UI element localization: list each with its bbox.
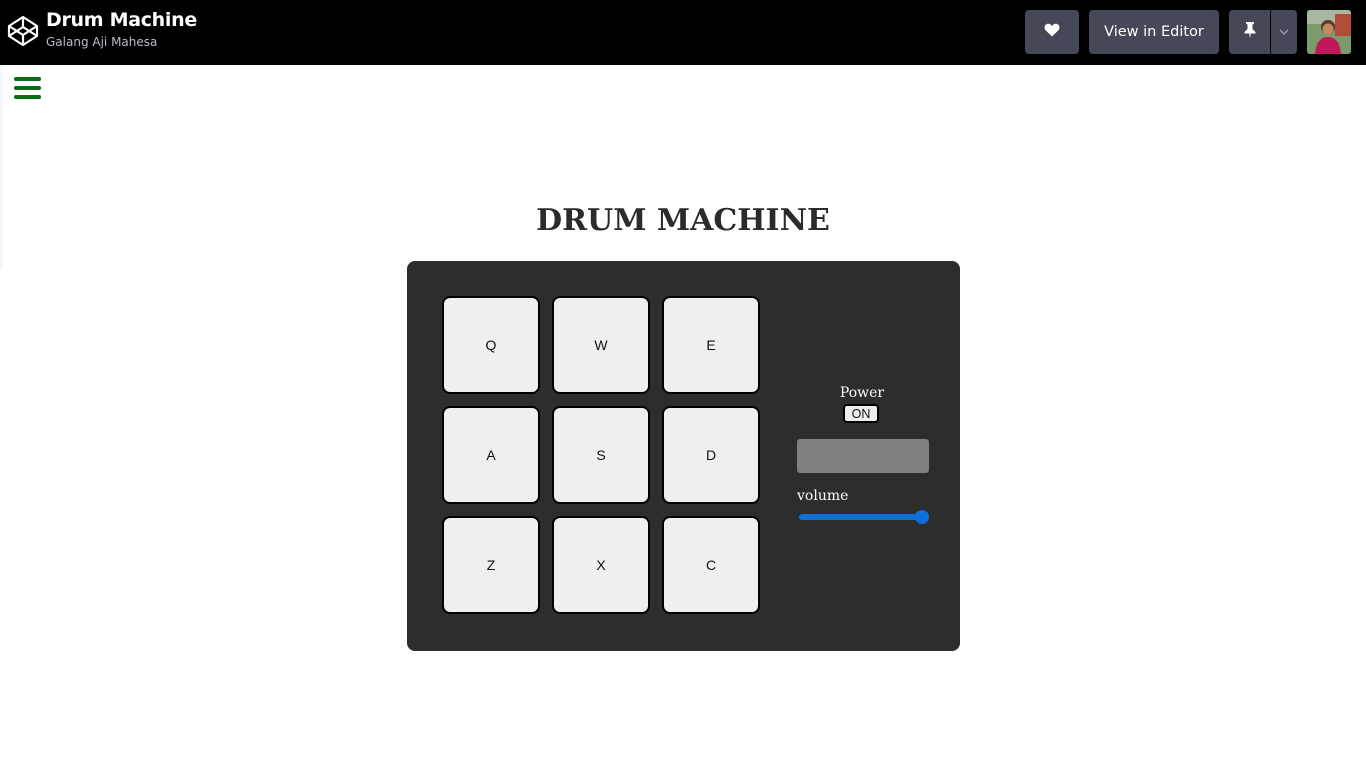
sidebar-edge (0, 65, 3, 270)
power-label: Power (839, 385, 885, 401)
page-title: DRUM MACHINE (536, 203, 830, 238)
pin-icon (1243, 21, 1257, 44)
heart-icon (1044, 23, 1060, 42)
pin-dropdown-button[interactable] (1271, 10, 1297, 54)
sound-display (797, 439, 929, 473)
drum-pad-z[interactable]: Z (442, 516, 540, 614)
hamburger-icon[interactable] (14, 77, 41, 100)
pen-title[interactable]: Drum Machine (46, 9, 197, 31)
pin-button[interactable] (1229, 10, 1270, 54)
drum-pad-x[interactable]: X (552, 516, 650, 614)
drum-machine: Q W E A S D Z X C Power ON volume (407, 261, 960, 651)
drum-pad-d[interactable]: D (662, 406, 760, 504)
chevron-down-icon (1278, 23, 1290, 41)
volume-slider-thumb[interactable] (915, 510, 929, 524)
volume-label: volume (797, 488, 849, 504)
drum-pad-w[interactable]: W (552, 296, 650, 394)
drum-pad-q[interactable]: Q (442, 296, 540, 394)
pen-author[interactable]: Galang Aji Mahesa (46, 35, 157, 49)
heart-button[interactable] (1025, 10, 1079, 54)
view-in-editor-button[interactable]: View in Editor (1089, 10, 1219, 54)
avatar[interactable] (1307, 10, 1351, 54)
volume-slider[interactable] (799, 510, 929, 524)
drum-pad-c[interactable]: C (662, 516, 760, 614)
volume-slider-track (799, 514, 927, 520)
drum-pad-s[interactable]: S (552, 406, 650, 504)
power-toggle-button[interactable]: ON (843, 404, 879, 423)
drum-pad-a[interactable]: A (442, 406, 540, 504)
top-bar: Drum Machine Galang Aji Mahesa View in E… (0, 0, 1366, 65)
drum-pad-e[interactable]: E (662, 296, 760, 394)
codepen-logo-icon[interactable] (6, 14, 40, 48)
